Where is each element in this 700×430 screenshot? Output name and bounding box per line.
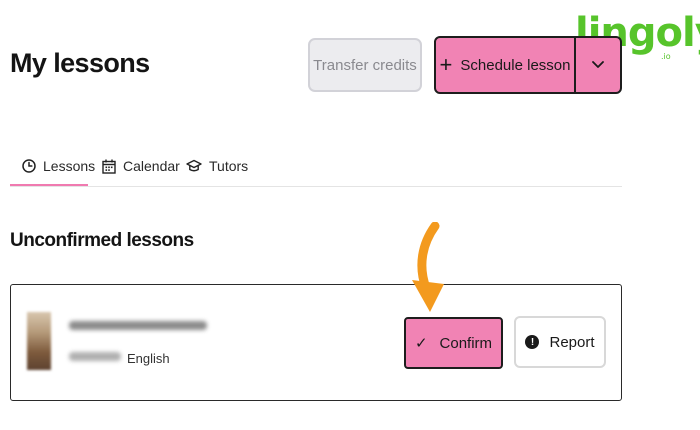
schedule-lesson-label: Schedule lesson [460,56,571,74]
plus-icon: + [439,52,453,77]
check-icon: ✓ [414,335,428,352]
transfer-credits-label: Transfer credits [313,56,417,74]
schedule-lesson-split-button[interactable]: + Schedule lesson [434,36,622,94]
clock-icon [22,159,36,173]
tab-tutors[interactable]: Tutors [186,146,248,186]
graduation-cap-icon [186,159,202,172]
tab-label: Tutors [209,158,249,174]
confirm-button[interactable]: ✓ Confirm [404,317,503,369]
tab-label: Lessons [43,158,96,174]
blurred-lesson-info [69,352,121,361]
transfer-credits-button[interactable]: Transfer credits [308,38,422,92]
schedule-lesson-button[interactable]: + Schedule lesson [436,38,574,92]
tab-label: Calendar [123,158,180,174]
report-label: Report [549,333,595,351]
report-alert-icon: ! [525,335,540,349]
calendar-icon [102,159,116,174]
tab-lessons[interactable]: Lessons [22,146,95,186]
tutor-avatar [27,312,51,370]
report-button[interactable]: ! Report [514,316,606,368]
section-title: Unconfirmed lessons [10,230,194,251]
unconfirmed-lesson-card: English ✓ Confirm ! Report [10,284,622,401]
lesson-tabs: Lessons Calendar Tutors [10,146,622,188]
orange-arrow-annotation [412,222,444,312]
blurred-tutor-name [69,321,207,330]
my-lessons-page: lingoly .io My lessons Transfer credits … [0,0,700,430]
logo-tld: .io [661,52,671,61]
schedule-dropdown-toggle[interactable] [576,38,620,92]
confirm-label: Confirm [439,334,493,352]
chevron-down-icon [592,61,604,68]
lesson-language: English [127,351,170,366]
tabs-divider [10,186,622,187]
page-title: My lessons [10,48,150,78]
tab-calendar[interactable]: Calendar [102,146,180,186]
